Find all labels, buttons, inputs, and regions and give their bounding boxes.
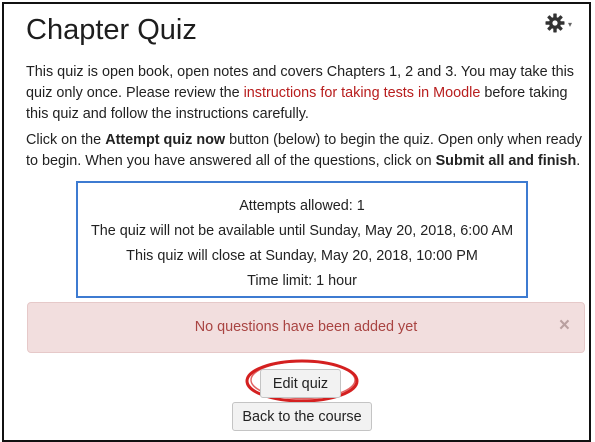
gear-icon[interactable] bbox=[545, 13, 565, 33]
quiz-info-box: Attempts allowed: 1 The quiz will not be… bbox=[76, 181, 528, 298]
attempts-allowed: Attempts allowed: 1 bbox=[239, 198, 365, 214]
settings-menu[interactable]: ▾ bbox=[545, 11, 585, 35]
instructions-link[interactable]: instructions for taking tests in Moodle bbox=[244, 85, 481, 101]
attempt-quiz-label: Attempt quiz now bbox=[105, 132, 226, 148]
quiz-instructions: Click on the Attempt quiz now button (be… bbox=[26, 130, 586, 172]
quiz-intro: This quiz is open book, open notes and c… bbox=[26, 62, 586, 125]
close-icon[interactable]: × bbox=[559, 316, 570, 335]
submit-all-label: Submit all and finish bbox=[435, 153, 577, 169]
instructions-text-end: . bbox=[576, 153, 581, 169]
quiz-close-date: This quiz will close at Sunday, May 20, … bbox=[126, 248, 478, 264]
quiz-open-date: The quiz will not be available until Sun… bbox=[90, 223, 514, 239]
no-questions-alert: No questions have been added yet × bbox=[27, 302, 585, 353]
time-limit: Time limit: 1 hour bbox=[247, 273, 357, 289]
back-to-course-button[interactable]: Back to the course bbox=[232, 402, 372, 431]
instructions-text: Click on the bbox=[26, 132, 106, 148]
edit-quiz-button[interactable]: Edit quiz bbox=[260, 369, 341, 398]
page-title: Chapter Quiz bbox=[26, 14, 197, 46]
chevron-down-icon[interactable]: ▾ bbox=[568, 20, 572, 29]
alert-message: No questions have been added yet bbox=[194, 319, 418, 335]
